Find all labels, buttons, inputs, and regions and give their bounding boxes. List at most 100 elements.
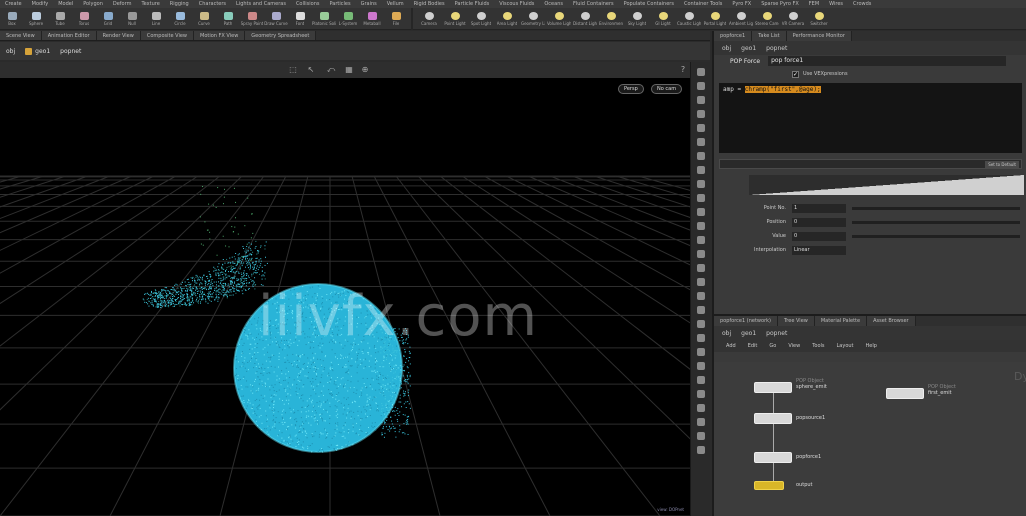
persp-menu[interactable]: Persp bbox=[618, 84, 644, 94]
network-menu-item[interactable]: Edit bbox=[748, 340, 758, 352]
shelf-tab[interactable]: Particles bbox=[324, 0, 355, 8]
node-popforce1[interactable] bbox=[754, 452, 792, 463]
viewer-tab[interactable]: Geometry Spreadsheet bbox=[245, 31, 317, 40]
shelf-tab[interactable]: Crowds bbox=[848, 0, 876, 8]
path-segment-obj[interactable]: obj bbox=[6, 48, 15, 55]
param-slider[interactable] bbox=[852, 234, 1020, 238]
shelf-tab[interactable]: Rigid Bodies bbox=[409, 0, 450, 8]
network-menu-item[interactable]: Add bbox=[726, 340, 736, 352]
snap-icon[interactable]: ⊕ bbox=[360, 65, 370, 75]
scene-viewport[interactable]: Persp No cam view: DOPnet bbox=[0, 78, 690, 516]
shelf-tab[interactable]: Characters bbox=[194, 0, 231, 8]
display-option-icon[interactable] bbox=[696, 222, 705, 230]
light-tool-button[interactable]: Point Light bbox=[442, 8, 468, 30]
viewer-tab[interactable]: Render View bbox=[96, 31, 141, 40]
shelf-tab[interactable]: Modify bbox=[27, 0, 54, 8]
display-option-icon[interactable] bbox=[696, 194, 705, 202]
display-option-icon[interactable] bbox=[696, 166, 705, 174]
shelf-tab[interactable]: Texture bbox=[136, 0, 164, 8]
shelf-tab[interactable]: Populate Containers bbox=[619, 0, 679, 8]
display-option-icon[interactable] bbox=[696, 138, 705, 146]
display-option-icon[interactable] bbox=[696, 376, 705, 384]
light-tool-button[interactable]: Stereo Camera bbox=[754, 8, 780, 30]
param-tab[interactable]: popforce1 bbox=[714, 31, 753, 41]
vexpression-editor[interactable]: amp = chramp("first",@age); bbox=[719, 83, 1022, 153]
param-slider[interactable] bbox=[852, 220, 1020, 224]
display-option-icon[interactable] bbox=[696, 82, 705, 90]
display-option-icon[interactable] bbox=[696, 96, 705, 104]
display-option-icon[interactable] bbox=[696, 264, 705, 272]
light-tool-button[interactable]: Geometry Light bbox=[520, 8, 546, 30]
param-path-geo[interactable]: geo1 bbox=[741, 45, 756, 52]
shelf-tab[interactable]: Oceans bbox=[539, 0, 568, 8]
display-option-icon[interactable] bbox=[696, 362, 705, 370]
shelf-tab[interactable]: Wires bbox=[824, 0, 848, 8]
shelf-tool-button[interactable]: L-System bbox=[336, 8, 360, 30]
light-tool-button[interactable]: Portal Light bbox=[702, 8, 728, 30]
param-tab[interactable]: Take List bbox=[752, 31, 787, 41]
node-sphere-emit[interactable] bbox=[754, 382, 792, 393]
node-name-field[interactable]: pop force1 bbox=[768, 56, 1007, 66]
network-tab[interactable]: Tree View bbox=[777, 316, 815, 326]
display-option-icon[interactable] bbox=[696, 404, 705, 412]
node-first-emit[interactable] bbox=[886, 388, 924, 399]
viewer-tab[interactable]: Animation Editor bbox=[41, 31, 97, 40]
network-menu-item[interactable]: Layout bbox=[837, 340, 854, 352]
shelf-tool-button[interactable]: Path bbox=[216, 8, 240, 30]
select-icon[interactable]: ⬚ bbox=[288, 65, 298, 75]
light-tool-button[interactable]: Caustic Light bbox=[676, 8, 702, 30]
network-menu-item[interactable]: View bbox=[788, 340, 800, 352]
display-option-icon[interactable] bbox=[696, 208, 705, 216]
display-option-icon[interactable] bbox=[696, 152, 705, 160]
param-value-field[interactable]: 0 bbox=[792, 217, 846, 227]
path-segment-popnet[interactable]: popnet bbox=[60, 48, 81, 55]
node-output[interactable] bbox=[754, 481, 784, 490]
shelf-tool-button[interactable]: Null bbox=[120, 8, 144, 30]
network-menu-item[interactable]: Help bbox=[866, 340, 877, 352]
light-tool-button[interactable]: Camera bbox=[416, 8, 442, 30]
param-path-popnet[interactable]: popnet bbox=[766, 45, 787, 52]
shelf-tool-button[interactable]: Platonic Solids bbox=[312, 8, 336, 30]
net-path-geo[interactable]: geo1 bbox=[741, 330, 756, 337]
shelf-tool-button[interactable]: Curve bbox=[192, 8, 216, 30]
shelf-tab[interactable]: FEM bbox=[804, 0, 824, 8]
viewer-tab[interactable]: Scene View bbox=[0, 31, 42, 40]
shelf-tab[interactable]: Sparse Pyro FX bbox=[756, 0, 804, 8]
shelf-tab[interactable]: Create bbox=[0, 0, 27, 8]
shelf-tab[interactable]: Collisions bbox=[291, 0, 325, 8]
param-path-obj[interactable]: obj bbox=[722, 45, 731, 52]
camera-menu[interactable]: No cam bbox=[651, 84, 683, 94]
set-default-button[interactable]: Set to Default bbox=[985, 161, 1019, 168]
display-option-icon[interactable] bbox=[696, 292, 705, 300]
ramp-graph[interactable] bbox=[749, 175, 1024, 195]
light-tool-button[interactable]: Ambient Light bbox=[728, 8, 754, 30]
display-option-icon[interactable] bbox=[696, 432, 705, 440]
display-option-icon[interactable] bbox=[696, 236, 705, 244]
display-option-icon[interactable] bbox=[696, 250, 705, 258]
network-tab[interactable]: Asset Browser bbox=[867, 316, 916, 326]
light-tool-button[interactable]: Environment Light bbox=[598, 8, 624, 30]
display-option-icon[interactable] bbox=[696, 110, 705, 118]
shelf-tab[interactable]: Model bbox=[53, 0, 78, 8]
path-segment-geo[interactable]: geo1 bbox=[25, 47, 50, 55]
light-tool-button[interactable]: GI Light bbox=[650, 8, 676, 30]
param-tab[interactable]: Performance Monitor bbox=[786, 31, 852, 41]
shelf-tool-button[interactable]: Box bbox=[0, 8, 24, 30]
display-option-icon[interactable] bbox=[696, 278, 705, 286]
shelf-tab[interactable]: Rigging bbox=[165, 0, 194, 8]
shelf-tab[interactable]: Viscous Fluids bbox=[494, 0, 539, 8]
display-option-icon[interactable] bbox=[696, 418, 705, 426]
param-value-field[interactable]: 1 bbox=[792, 203, 846, 213]
light-tool-button[interactable]: VR Camera bbox=[780, 8, 806, 30]
shelf-tool-button[interactable]: Line bbox=[144, 8, 168, 30]
light-tool-button[interactable]: Sky Light bbox=[624, 8, 650, 30]
shelf-tool-button[interactable]: Circle bbox=[168, 8, 192, 30]
grid-icon[interactable]: ▦ bbox=[344, 65, 354, 75]
display-option-icon[interactable] bbox=[696, 180, 705, 188]
rotate-icon[interactable]: ⤺ bbox=[326, 65, 336, 75]
display-option-icon[interactable] bbox=[696, 320, 705, 328]
light-tool-button[interactable]: Area Light bbox=[494, 8, 520, 30]
display-option-icon[interactable] bbox=[696, 348, 705, 356]
shelf-tab[interactable]: Deform bbox=[108, 0, 137, 8]
vex-checkbox[interactable]: ✓ bbox=[792, 70, 799, 78]
